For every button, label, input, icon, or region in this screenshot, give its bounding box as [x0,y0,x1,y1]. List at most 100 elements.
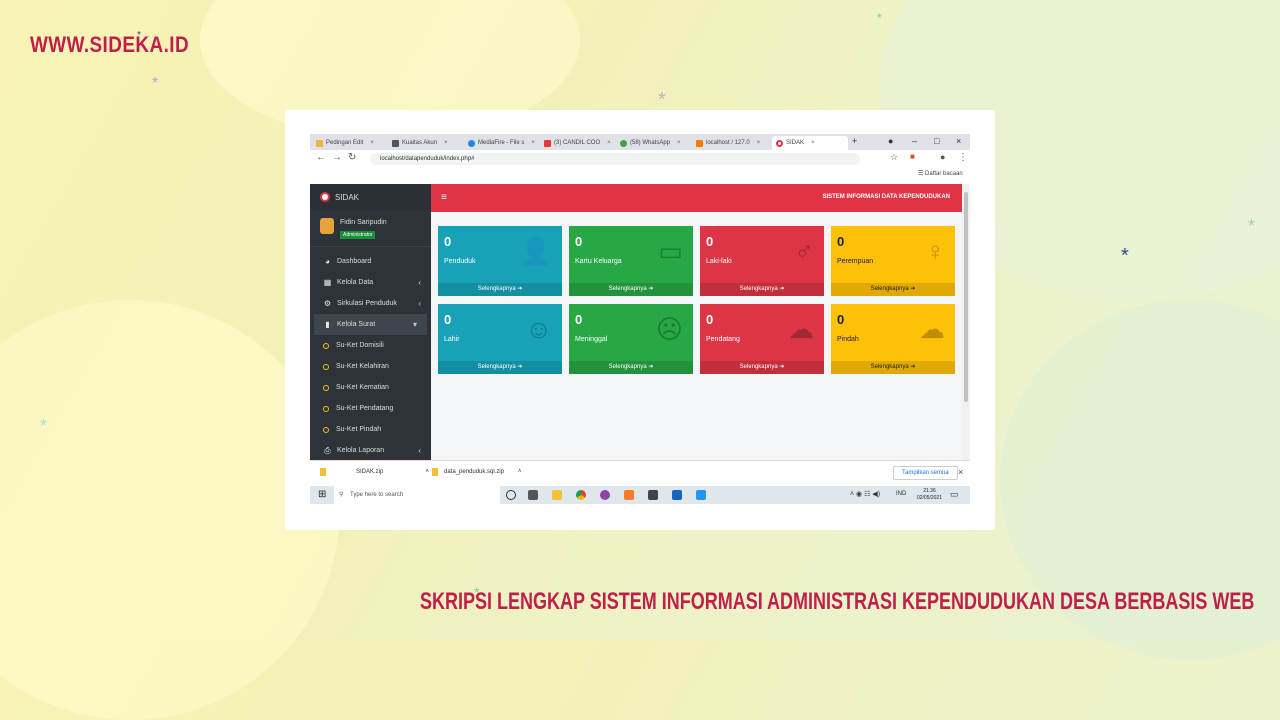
app-brand[interactable]: SIDAK [310,184,431,210]
task-view-icon[interactable] [506,490,516,500]
circle-icon [323,384,329,391]
file-explorer-icon[interactable] [552,490,562,500]
more-info-link[interactable]: Selengkapnya ➔ [438,361,562,374]
sidebar-item-kelola-laporan[interactable]: ⎙ Kelola Laporan ‹ [310,440,431,461]
id-card-icon: ▭ [658,236,683,266]
sidebar-subitem-kelahiran[interactable]: Su-Ket Kelahiran [310,356,431,377]
extensions-icon[interactable]: ■ [910,152,915,161]
tab-favicon-icon [776,139,783,147]
media-icon[interactable] [648,490,658,500]
avatar [320,218,334,234]
page-scrollbar[interactable] [962,184,970,460]
more-info-link[interactable]: Selengkapnya ➔ [569,361,693,374]
more-info-link[interactable]: Selengkapnya ➔ [831,361,955,374]
sidebar-subitem-pendatang[interactable]: Su-Ket Pendatang [310,398,431,419]
tab-search-icon[interactable]: ● [888,136,893,146]
hamburger-menu-icon[interactable]: ≡ [441,192,447,203]
close-window-icon[interactable]: × [956,136,961,146]
close-tab-icon[interactable]: × [757,140,761,146]
minimize-icon[interactable]: – [912,136,917,146]
reload-icon[interactable]: ↻ [348,152,356,163]
zip-file-icon [432,468,438,476]
address-bar: ← → ↻ localhost/datapenduduk/index.php# … [310,150,970,168]
browser-tab[interactable]: (3) CANDIL COO × [544,136,616,150]
close-tab-icon[interactable]: × [607,140,611,146]
app-title: SISTEM INFORMASI DATA KEPENDUDUKAN [822,194,950,200]
browser-menu-icon[interactable]: ⋮ [958,152,968,163]
tab-favicon-icon [468,139,475,147]
new-tab-button[interactable]: + [852,136,857,146]
browser-tab-active[interactable]: SIDAK × [772,136,848,150]
store-icon[interactable] [672,490,682,500]
stat-card-pendatang: 0 Pendatang ☁ Selengkapnya ➔ [700,304,824,374]
more-info-link[interactable]: Selengkapnya ➔ [438,283,562,296]
maximize-icon[interactable]: □ [934,136,939,146]
star-decoration: * [40,416,48,436]
female-icon: ♀ [925,236,946,266]
close-tab-icon[interactable]: × [444,140,448,146]
close-downloads-icon[interactable]: × [958,467,963,477]
sidebar-item-kelola-data[interactable]: ▦ Kelola Data ‹ [310,272,431,293]
more-info-link[interactable]: Selengkapnya ➔ [831,283,955,296]
profile-icon[interactable]: ● [940,152,945,162]
chevron-up-icon[interactable]: ˄ [518,469,522,475]
stat-card-lahir: 0 Lahir ☺ Selengkapnya ➔ [438,304,562,374]
widgets-icon[interactable] [528,490,538,500]
download-item[interactable]: data_penduduk.sql.zip ˄ [432,468,522,476]
browser-tab[interactable]: MediaFire - File s × [468,136,540,150]
close-tab-icon[interactable]: × [370,140,374,146]
xampp-icon[interactable] [624,490,634,500]
sidebar-subitem-pindah[interactable]: Su-Ket Pindah [310,419,431,440]
download-item[interactable]: SIDAK.zip ˄ [320,468,429,476]
system-tray-icons[interactable]: ˄ ◉ ☷ ◀) [850,490,880,498]
sidebar-menu: ◕ Dashboard ▦ Kelola Data ‹ ⚙ Sirkulasi Pend… [310,247,431,461]
tab-favicon-icon [696,139,703,147]
forward-icon[interactable]: → [332,152,342,163]
close-tab-icon[interactable]: × [811,140,815,146]
windows-start-icon[interactable]: ⊞ [318,489,326,500]
close-tab-icon[interactable]: × [531,140,535,146]
reading-list-button[interactable]: ☰ Daftar bacaan [918,170,963,177]
vscode-icon[interactable] [696,490,706,500]
browser-tab[interactable]: (58) WhatsApp × [620,136,692,150]
browser-tab[interactable]: Kuaitas Akun × [392,136,464,150]
stat-card-kartu-keluarga: 0 Kartu Keluarga ▭ Selengkapnya ➔ [569,226,693,296]
app-topbar: ≡ SISTEM INFORMASI DATA KEPENDUDUKAN [431,184,962,212]
show-all-downloads-button[interactable]: Tampilkan semua [893,466,958,480]
sidebar-subitem-domisili[interactable]: Su-Ket Domisili [310,335,431,356]
chevron-up-icon[interactable]: ˄ [425,469,429,475]
sidebar-item-dashboard[interactable]: ◕ Dashboard [310,251,431,272]
bookmark-star-icon[interactable]: ☆ [890,152,898,163]
tab-favicon-icon [316,139,323,147]
scrollbar-thumb[interactable] [964,192,968,402]
url-input[interactable]: localhost/datapenduduk/index.php# [370,153,860,165]
more-info-link[interactable]: Selengkapnya ➔ [569,283,693,296]
browser-tab[interactable]: Pedingan Edit × [316,136,388,150]
chevron-left-icon: ‹ [418,446,421,455]
notification-icon[interactable]: ▭ [950,489,959,500]
role-badge: Administrator [340,231,376,239]
tab-favicon-icon [620,139,627,147]
chrome-icon[interactable] [576,490,586,500]
taskbar-clock[interactable]: 21.36 02/05/2021 [917,488,942,502]
more-info-link[interactable]: Selengkapnya ➔ [700,283,824,296]
cloud-upload-icon: ☁ [919,314,945,344]
firefox-icon[interactable] [600,490,610,500]
more-info-link[interactable]: Selengkapnya ➔ [700,361,824,374]
cloud-download-icon: ☁ [788,314,814,344]
dashboard-content: 0 Penduduk 👤 Selengkapnya ➔ 0 Kartu Kelu… [431,212,962,460]
sidebar-subitem-kematian[interactable]: Su-Ket Kematian [310,377,431,398]
windows-taskbar: ⊞ ⚲ Type here to search ˄ ◉ ☷ ◀) IND 21.3… [310,486,970,504]
table-icon: ▦ [323,278,332,287]
sidebar-item-kelola-surat[interactable]: ▮ Kelola Surat ▾ [314,314,427,335]
sidebar-item-sirkulasi-penduduk[interactable]: ⚙ Sirkulasi Penduduk ‹ [310,293,431,314]
circle-icon [323,363,329,370]
close-tab-icon[interactable]: × [677,140,681,146]
site-logo-text: WWW.SIDEKA.ID [30,32,190,57]
language-indicator[interactable]: IND [896,491,906,497]
taskbar-search-input[interactable]: ⚲ Type here to search [334,486,500,504]
search-icon: ⚲ [339,492,344,498]
chevron-down-icon: ▾ [412,320,417,329]
browser-tab[interactable]: localhost / 127.0 × [696,136,768,150]
back-icon[interactable]: ← [316,152,326,163]
